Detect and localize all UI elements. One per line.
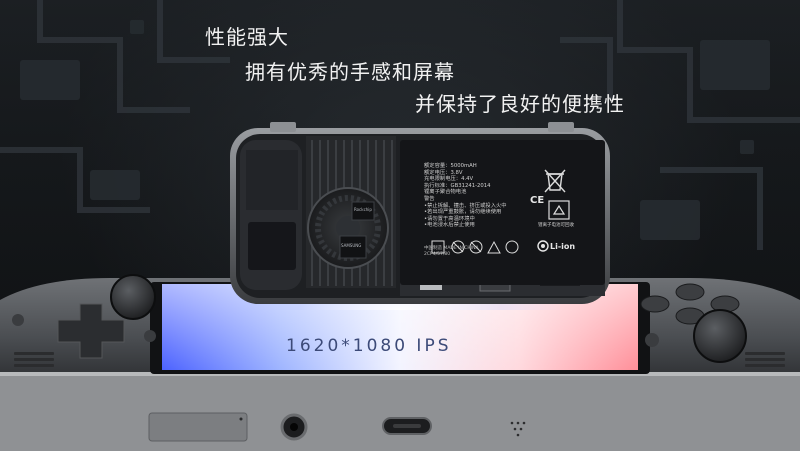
chip-marking-memory: SAMSUNG	[341, 243, 362, 248]
crossed-bin-icon	[544, 169, 566, 193]
battery-line: •若出现严重鼓胀，请勿继续使用	[424, 209, 502, 216]
ce-mark: CE	[530, 195, 545, 206]
battery-chemistry-icon	[537, 240, 549, 252]
warning-icons-row	[431, 240, 519, 254]
card-slot	[148, 412, 248, 442]
battery-spec-text: 额定容量：5000mAH 额定电压：3.8V 充电限制电压：4.4V 执行标准：…	[424, 163, 507, 229]
battery-line: 额定容量：5000mAH	[424, 163, 477, 169]
screen-resolution-label: 1620*1080 IPS	[286, 336, 452, 356]
product-scene: 性能强大 拥有优秀的手感和屏幕 并保持了良好的便携性 1620*1080 IPS…	[0, 0, 800, 451]
headline-line-2: 拥有优秀的手感和屏幕	[245, 60, 455, 84]
recycle-icon	[548, 200, 570, 220]
recycle-note: 锂离子电池可回收	[538, 223, 574, 228]
right-analog-stick[interactable]	[693, 309, 747, 363]
chip-marking-soc: Rockchip	[354, 207, 372, 212]
li-ion-label: Li-ion	[550, 242, 576, 251]
headline-line-1: 性能强大	[205, 25, 289, 49]
battery-line: •电池浸水后禁止使用	[424, 222, 475, 229]
headline-line-3: 并保持了良好的便携性	[415, 92, 625, 116]
battery-line: 警告	[424, 195, 435, 202]
battery-line: 充电限制电压：4.4V	[424, 176, 474, 183]
left-analog-stick[interactable]	[110, 274, 156, 320]
battery-line: 锂离子聚合物电池	[424, 189, 467, 196]
